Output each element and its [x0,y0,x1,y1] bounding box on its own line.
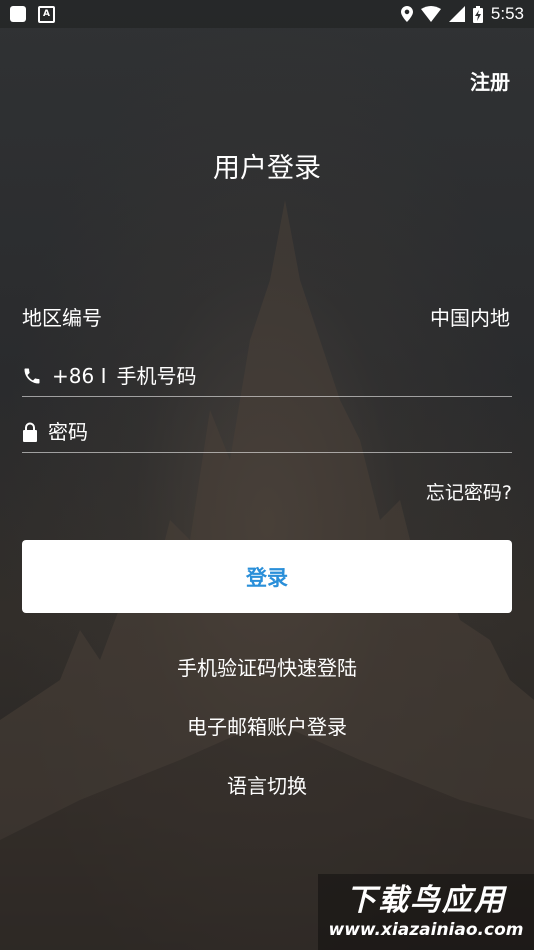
page-title: 用户登录 [213,153,321,184]
region-label: 地区编号 [22,305,102,330]
signal-icon [448,6,465,22]
status-time: 5:53 [490,4,524,23]
country-code[interactable]: +86 I [52,364,106,388]
password-field[interactable] [22,412,512,453]
region-value[interactable]: 中国内地 [430,302,510,331]
location-icon [400,6,413,22]
a-icon: A [38,5,55,23]
lock-icon [23,422,37,442]
phone-field[interactable]: +86 I [22,356,512,397]
wifi-icon [420,6,441,22]
app-square-icon [10,6,26,22]
email-login-link[interactable]: 电子邮箱账户登录 [0,711,534,740]
status-bar: A 5:53 [0,0,534,28]
register-link[interactable]: 注册 [470,66,510,95]
watermark-logo: 下载鸟应用 www.xiazainiao.com [318,874,534,950]
watermark-url: www.xiazainiao.com [328,920,524,940]
password-input[interactable] [48,420,512,444]
phone-icon [24,368,40,384]
phone-input[interactable] [116,364,512,388]
sms-login-link[interactable]: 手机验证码快速登陆 [0,652,534,681]
battery-icon [472,5,483,23]
language-switch-link[interactable]: 语言切换 [0,770,534,799]
login-button[interactable]: 登录 [22,540,512,613]
watermark-title: 下载鸟应用 [346,883,506,918]
region-selector[interactable]: 地区编号 中国内地 [22,300,510,332]
forgot-password-link[interactable]: 忘记密码? [426,478,512,505]
